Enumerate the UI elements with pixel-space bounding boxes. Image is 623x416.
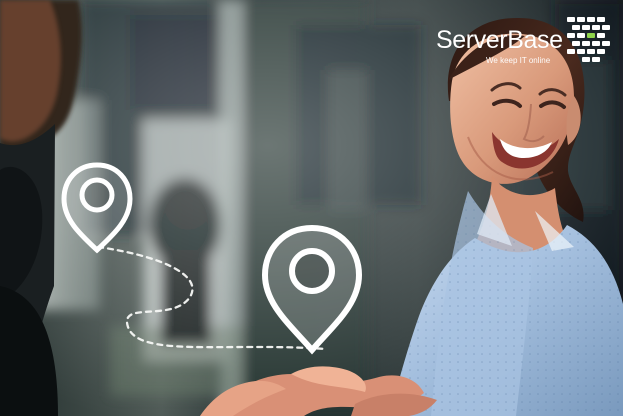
- brand-tagline: We keep IT online: [486, 56, 551, 65]
- map-pin-center: [79, 177, 115, 213]
- serverbase-logo: ServerBase We keep IT online: [436, 14, 611, 68]
- brand-name: ServerBase: [436, 26, 563, 54]
- brand-accent-brick: [587, 33, 595, 38]
- map-pin-center: [289, 248, 335, 294]
- brick-wall-logo-icon: [567, 17, 610, 62]
- hero-image: ServerBase We keep IT online: [0, 0, 623, 416]
